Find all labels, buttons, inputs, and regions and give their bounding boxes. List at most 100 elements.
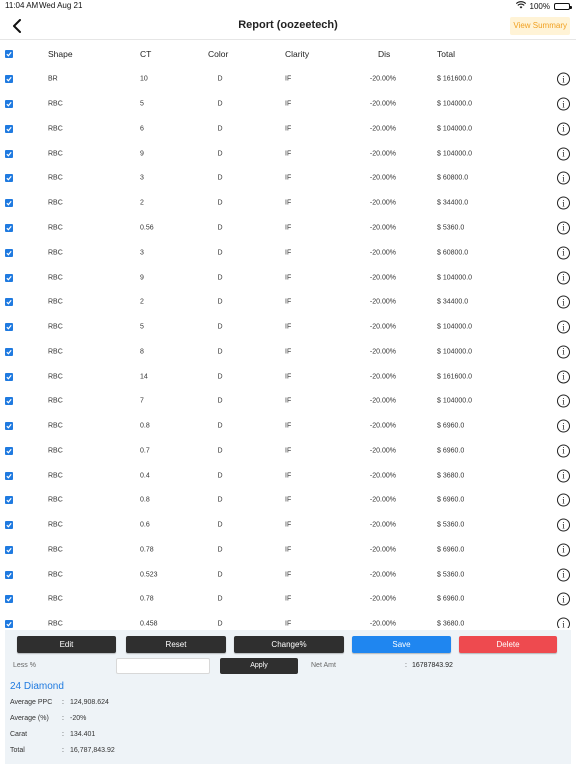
cell-total: $ 3680.0 (437, 620, 465, 628)
info-button[interactable]: i (557, 518, 570, 532)
table-row[interactable]: RBC 2 D IF -20.00% $ 34400.0 i (0, 290, 576, 315)
info-button[interactable]: i (557, 493, 570, 507)
row-checkbox[interactable] (5, 174, 13, 183)
table-row[interactable]: RBC 0.523 D IF -20.00% $ 5360.0 i (0, 562, 576, 587)
info-button[interactable]: i (557, 72, 570, 86)
summary-label: Average (%) (10, 715, 49, 722)
info-button[interactable]: i (557, 617, 570, 628)
row-checkbox[interactable] (5, 521, 13, 530)
summary-value: -20% (70, 715, 87, 722)
table-row[interactable]: RBC 0.8 D IF -20.00% $ 6960.0 i (0, 414, 576, 439)
row-checkbox[interactable] (5, 397, 13, 406)
info-circle-icon: i (557, 444, 570, 458)
row-checkbox[interactable] (5, 595, 13, 604)
row-checkbox[interactable] (5, 446, 13, 455)
cell-ct: 9 (140, 274, 144, 281)
view-summary-button[interactable]: View Summary (510, 17, 570, 35)
row-checkbox[interactable] (5, 496, 13, 505)
row-checkbox[interactable] (5, 124, 13, 133)
table-row[interactable]: RBC 0.78 D IF -20.00% $ 6960.0 i (0, 538, 576, 563)
change-percent-button[interactable]: Change% (234, 636, 344, 653)
info-button[interactable]: i (557, 147, 570, 161)
info-button[interactable]: i (557, 419, 570, 433)
table-row[interactable]: RBC 8 D IF -20.00% $ 104000.0 i (0, 339, 576, 364)
row-checkbox[interactable] (5, 422, 13, 431)
cell-clarity: IF (285, 150, 292, 158)
less-percent-input[interactable] (116, 658, 210, 674)
info-button[interactable]: i (557, 345, 570, 359)
info-button[interactable]: i (557, 592, 570, 606)
row-checkbox[interactable] (5, 372, 13, 381)
table-row[interactable]: RBC 0.56 D IF -20.00% $ 5360.0 i (0, 216, 576, 241)
table-row[interactable]: RBC 5 D IF -20.00% $ 104000.0 i (0, 92, 576, 117)
table-row[interactable]: RBC 7 D IF -20.00% $ 104000.0 i (0, 389, 576, 414)
cell-clarity: IF (285, 224, 292, 232)
info-button[interactable]: i (557, 568, 570, 582)
table-row[interactable]: RBC 3 D IF -20.00% $ 60800.0 i (0, 240, 576, 265)
table-row[interactable]: RBC 14 D IF -20.00% $ 161600.0 i (0, 364, 576, 389)
net-amount-value: 16787843.92 (412, 662, 453, 669)
cell-clarity: IF (285, 174, 292, 182)
cell-ct: 8 (140, 348, 144, 356)
row-checkbox[interactable] (5, 471, 13, 480)
reset-button[interactable]: Reset (126, 636, 226, 653)
info-button[interactable]: i (557, 221, 570, 235)
info-button[interactable]: i (557, 370, 570, 384)
edit-button[interactable]: Edit (17, 636, 116, 653)
info-button[interactable]: i (557, 469, 570, 483)
row-checkbox[interactable] (5, 100, 13, 109)
table-row[interactable]: RBC 5 D IF -20.00% $ 104000.0 i (0, 315, 576, 340)
table-row[interactable]: BR 10 D IF -20.00% $ 161600.0 i (0, 67, 576, 92)
info-button[interactable]: i (557, 196, 570, 210)
info-button[interactable]: i (557, 394, 570, 408)
cell-shape: RBC (48, 521, 63, 529)
row-checkbox[interactable] (5, 323, 13, 332)
row-checkbox[interactable] (5, 298, 13, 307)
info-circle-icon: i (557, 592, 570, 606)
row-checkbox[interactable] (5, 149, 13, 158)
info-button[interactable]: i (557, 543, 570, 557)
table-row[interactable]: RBC 0.7 D IF -20.00% $ 6960.0 i (0, 438, 576, 463)
cell-ct: 0.458 (140, 620, 158, 628)
cell-color: D (217, 298, 223, 306)
table-row[interactable]: RBC 0.458 D IF -20.00% $ 3680.0 i (0, 612, 576, 628)
info-button[interactable]: i (557, 295, 570, 309)
cell-color: D (217, 472, 223, 480)
table-row[interactable]: RBC 0.4 D IF -20.00% $ 3680.0 i (0, 463, 576, 488)
table-row[interactable]: RBC 0.8 D IF -20.00% $ 6960.0 i (0, 488, 576, 513)
cell-ct: 5 (140, 100, 144, 108)
table-row[interactable]: RBC 3 D IF -20.00% $ 60800.0 i (0, 166, 576, 191)
info-button[interactable]: i (557, 246, 570, 260)
cell-shape: RBC (48, 496, 63, 504)
table-row[interactable]: RBC 0.6 D IF -20.00% $ 5360.0 i (0, 513, 576, 538)
info-button[interactable]: i (557, 97, 570, 111)
cell-color: D (217, 125, 223, 133)
row-checkbox[interactable] (5, 545, 13, 554)
info-button[interactable]: i (557, 122, 570, 136)
info-button[interactable]: i (557, 444, 570, 458)
delete-button[interactable]: Delete (459, 636, 557, 653)
row-checkbox[interactable] (5, 570, 13, 579)
row-checkbox[interactable] (5, 75, 13, 84)
row-checkbox[interactable] (5, 620, 13, 628)
table-row[interactable]: RBC 2 D IF -20.00% $ 34400.0 i (0, 191, 576, 216)
table-row[interactable]: RBC 9 D IF -20.00% $ 104000.0 i (0, 265, 576, 290)
table-row[interactable]: RBC 0.78 D IF -20.00% $ 6960.0 i (0, 587, 576, 612)
row-checkbox[interactable] (5, 248, 13, 257)
save-button[interactable]: Save (352, 636, 451, 653)
row-checkbox[interactable] (5, 199, 13, 208)
apply-button[interactable]: Apply (220, 658, 298, 674)
checkbox-checked-icon (5, 595, 13, 604)
row-checkbox[interactable] (5, 273, 13, 282)
row-checkbox[interactable] (5, 223, 13, 232)
cell-shape: RBC (48, 472, 63, 480)
info-button[interactable]: i (557, 320, 570, 334)
info-button[interactable]: i (557, 271, 570, 284)
report-table[interactable]: BR 10 D IF -20.00% $ 161600.0 i RBC 5 D IF -20.00% $… (0, 67, 576, 628)
row-checkbox[interactable] (5, 347, 13, 356)
table-row[interactable]: RBC 9 D IF -20.00% $ 104000.0 i (0, 141, 576, 166)
info-button[interactable]: i (557, 171, 570, 185)
select-all-checkbox[interactable] (5, 50, 13, 58)
info-circle-icon: i (557, 97, 570, 111)
table-row[interactable]: RBC 6 D IF -20.00% $ 104000.0 i (0, 117, 576, 142)
